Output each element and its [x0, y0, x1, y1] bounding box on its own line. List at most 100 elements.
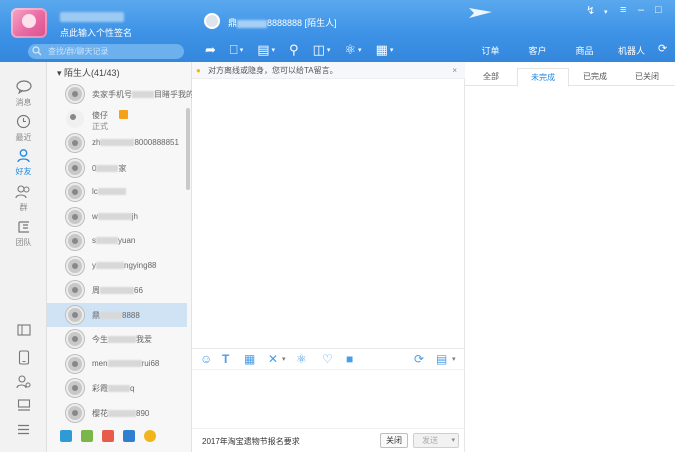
- chat-toolbar: ➦ ⎕ ▾ ▤ ▾ ⚲ ◫ ▾ ⚛ ▾ ▦ ▾: [205, 40, 393, 60]
- rail-label-groups: 群: [19, 203, 28, 212]
- rail-menu[interactable]: [0, 424, 47, 437]
- close-button[interactable]: 关闭: [380, 433, 408, 448]
- contact-name-redacted: [96, 261, 124, 269]
- send-button[interactable]: 发送 ▾: [413, 433, 459, 448]
- rail-panel-toggle[interactable]: [0, 324, 47, 338]
- tab-orders[interactable]: 订单: [467, 42, 514, 60]
- chat-input-text[interactable]: 2017年淘宝遗物节报名要求: [202, 436, 300, 447]
- contact-name-head: 樱花: [92, 408, 108, 418]
- screenshot-icon[interactable]: ✕: [268, 352, 278, 366]
- group-icon: [15, 185, 30, 199]
- history-icon[interactable]: ⟳: [414, 352, 424, 366]
- chat-contact-avatar[interactable]: [204, 13, 220, 29]
- contact-row[interactable]: 傻仔 正式: [47, 107, 187, 131]
- rail-contact-manage[interactable]: [0, 374, 47, 391]
- contact-name: men rui68: [92, 359, 159, 368]
- contact-row[interactable]: lc: [47, 180, 187, 204]
- contact-name-redacted: [100, 139, 135, 147]
- app-shortcut-icon[interactable]: [81, 430, 93, 442]
- contact-row[interactable]: 周 66: [47, 278, 187, 302]
- app-shortcut-icon[interactable]: [102, 430, 114, 442]
- contact-row[interactable]: 今生 我爱: [47, 327, 187, 351]
- contact-name-head: 彩霞: [92, 384, 108, 393]
- contact-name: 彩霞 q: [92, 383, 134, 394]
- shake-icon[interactable]: ⚛: [296, 352, 307, 366]
- tab-customers[interactable]: 客户: [514, 42, 561, 60]
- rail-item-friends[interactable]: 好友: [0, 148, 47, 177]
- contact-row[interactable]: 鼎 8888: [47, 302, 187, 327]
- folder-badge-icon: [119, 109, 128, 119]
- transfer-icon[interactable]: ⎕ ▾: [230, 40, 243, 60]
- order-tab-all[interactable]: 全部: [465, 68, 517, 85]
- lightbulb-icon: ●: [196, 66, 201, 75]
- contact-row[interactable]: men rui68: [47, 352, 187, 376]
- rail-item-recent[interactable]: 最近: [0, 114, 47, 143]
- contact-name-tail: 8888: [122, 310, 140, 320]
- rail-item-messages[interactable]: 消息: [0, 80, 47, 108]
- contact-group-header[interactable]: ▾ 陌生人(41/43): [57, 66, 120, 79]
- refresh-icon[interactable]: ⟳: [658, 42, 667, 55]
- video-icon[interactable]: ▤ ▾: [257, 40, 275, 60]
- app-shortcut-icon[interactable]: [123, 430, 135, 442]
- contact-name: zh 8000888851: [92, 138, 179, 147]
- user-signature[interactable]: 点此输入个性签名: [60, 26, 132, 39]
- order-tab-closed[interactable]: 已关闭: [621, 68, 673, 85]
- quick-reply-dropdown-icon[interactable]: ▾: [452, 355, 456, 363]
- recent-icon: [16, 114, 31, 129]
- screen-icon[interactable]: ◫ ▾: [313, 40, 331, 60]
- contact-row[interactable]: 樱花 890: [47, 401, 187, 425]
- settings-dropdown-icon[interactable]: ▾: [604, 8, 608, 16]
- contact-name-tail: yuan: [118, 236, 136, 245]
- image-icon[interactable]: ▦: [244, 352, 255, 366]
- rail-item-groups[interactable]: 群: [0, 184, 47, 213]
- contact-bottom-apps: [60, 430, 156, 442]
- contact-name: w jh: [92, 212, 138, 221]
- contact-row[interactable]: w jh: [47, 205, 187, 229]
- font-icon[interactable]: T: [222, 352, 229, 366]
- contact-avatar: [66, 134, 84, 152]
- phone-icon: [18, 350, 29, 365]
- tab-robot[interactable]: 机器人: [608, 42, 655, 60]
- app-icon[interactable]: ⚛ ▾: [344, 40, 361, 60]
- contact-avatar: [66, 207, 84, 226]
- quick-reply-icon[interactable]: ▤: [436, 352, 447, 366]
- share-icon[interactable]: ➦: [205, 40, 216, 60]
- contact-row[interactable]: zh 8000888851: [47, 131, 187, 155]
- app-shortcut-icon[interactable]: [60, 430, 72, 442]
- search-input[interactable]: 查找/群/聊天记录: [28, 44, 184, 59]
- file-icon[interactable]: ■: [346, 352, 353, 366]
- contact-name: 0家: [92, 163, 126, 174]
- screenshot-dropdown-icon[interactable]: ▾: [282, 355, 286, 363]
- contact-name-tail: rui68: [141, 358, 160, 368]
- rail-phone[interactable]: [0, 350, 47, 367]
- window-mode-icon[interactable]: ≡: [620, 4, 626, 16]
- contact-row[interactable]: y ngying88: [47, 254, 187, 278]
- contact-row[interactable]: 卖家手机号 目睹乎我的心: [47, 82, 202, 106]
- order-tab-unfinished[interactable]: 未完成: [517, 68, 569, 87]
- favorite-icon[interactable]: ♡: [322, 352, 333, 366]
- minimize-icon[interactable]: –: [638, 4, 644, 16]
- user-avatar[interactable]: [11, 8, 47, 38]
- send-options-icon[interactable]: ▾: [451, 434, 455, 447]
- rail-item-team[interactable]: 团队: [0, 220, 47, 248]
- emoji-icon[interactable]: ☺: [200, 352, 212, 366]
- contact-avatar: [66, 232, 84, 250]
- rail-label-messages: 消息: [15, 98, 32, 107]
- contact-row[interactable]: 彩霞 q: [47, 376, 187, 400]
- app-shortcut-icon[interactable]: [144, 430, 156, 442]
- rail-storage[interactable]: [0, 399, 47, 414]
- chat-title-prefix: 鼎: [228, 18, 238, 28]
- add-friend-icon[interactable]: ⚲: [289, 40, 299, 60]
- contact-avatar: [66, 85, 84, 103]
- order-tab-finished[interactable]: 已完成: [569, 68, 621, 85]
- close-icon[interactable]: ×: [452, 62, 457, 79]
- contact-group-label: 陌生人(41/43): [64, 68, 120, 78]
- tab-products[interactable]: 商品: [561, 42, 608, 60]
- settings-icon[interactable]: ↯: [586, 4, 595, 17]
- maximize-icon[interactable]: □: [655, 4, 662, 16]
- contact-row[interactable]: s yuan: [47, 229, 187, 253]
- contact-scrollbar[interactable]: [186, 108, 190, 190]
- more-apps-icon[interactable]: ▦ ▾: [376, 40, 394, 60]
- user-name-redacted: [60, 12, 124, 22]
- contact-row[interactable]: 0家: [47, 156, 187, 180]
